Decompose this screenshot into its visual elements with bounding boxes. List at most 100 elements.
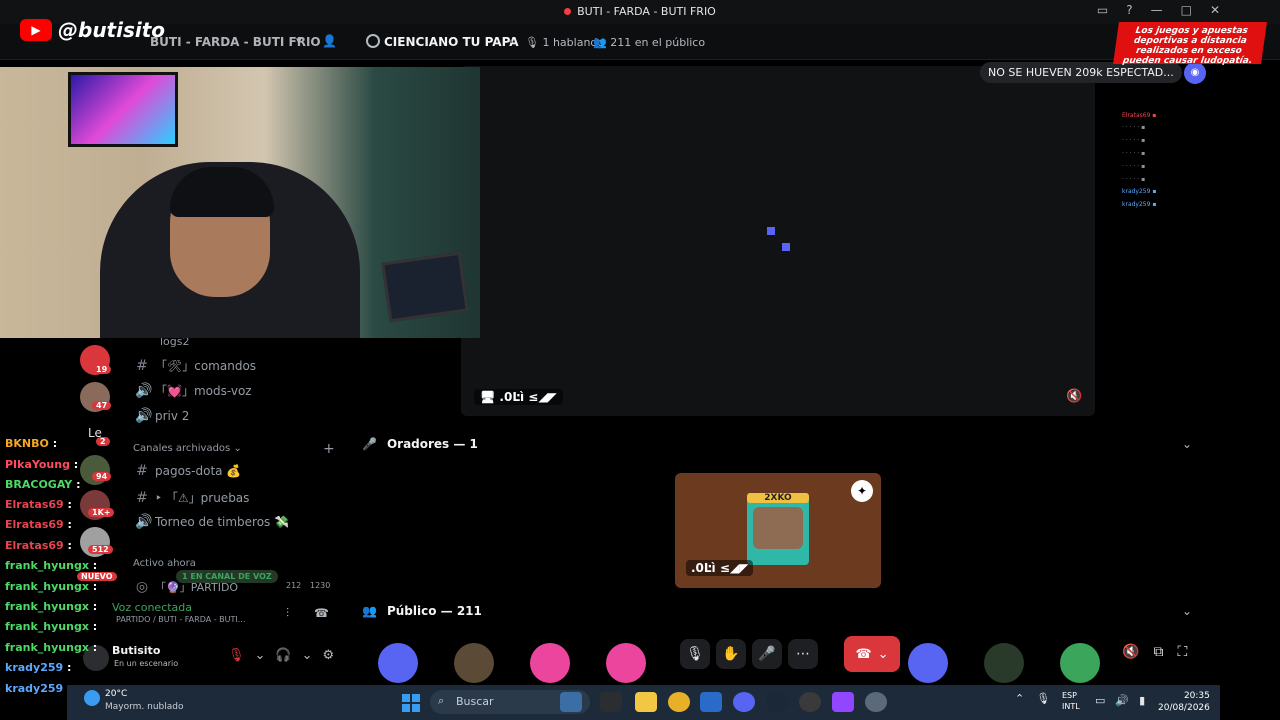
username[interactable]: Butisito [112,644,160,657]
channel-item[interactable]: 🔊 priv 2 [135,408,189,424]
popout-icon[interactable]: ⧉ [1153,644,1163,660]
channel-item[interactable]: 🔊 「💓」mods-voz [135,382,252,399]
server-badge: 2 [96,437,110,446]
audience-avatar[interactable] [908,643,948,683]
settings-app-icon[interactable] [865,692,887,712]
chat-username[interactable]: krady259 [5,661,63,674]
speakers-heading-text: Oradores — 1 [386,437,478,451]
chat-username[interactable]: frank_hyungx [5,580,89,593]
server-badge: 47 [92,401,112,410]
channel-capacity: 1230 [310,581,331,590]
editor-app-icon[interactable] [700,692,722,712]
chat-username[interactable]: Elratas69 [5,498,64,511]
voice-channel-path[interactable]: PARTIDO / BUTI - FARDA - BUTI... [116,615,245,624]
audience-avatar[interactable] [530,643,570,683]
server-badge: 19 [92,365,112,374]
channel-item[interactable]: # pagos-dota 💰 [135,463,241,479]
microphone-tray-icon[interactable]: 🎙 [1036,692,1050,705]
chat-username[interactable]: BKNBO [5,437,49,450]
boat-app-icon[interactable] [560,692,582,712]
channel-label: 「🔮」PARTIDO [155,581,239,594]
chat-separator: : [88,600,98,613]
chevron-down-icon[interactable]: ⌄ [1182,437,1192,451]
channel-item[interactable]: # ‣ 「⚠」pruebas [135,489,249,506]
archived-heading[interactable]: Canales archivados ⌄ [133,443,242,454]
headphones-icon[interactable]: 🎧 [275,648,291,663]
audience-avatar[interactable] [454,643,494,683]
obs-icon[interactable] [799,692,821,712]
audience-avatar[interactable] [606,643,646,683]
settings-gear-icon[interactable]: ⚙ [323,648,335,663]
close-button[interactable]: ✕ [1210,3,1220,17]
channel-item[interactable]: # 「🛠」comandos [135,357,256,374]
more-options-button[interactable]: ⋯ [788,639,818,669]
chat-username[interactable]: frank_hyungx [5,559,89,572]
chat-username[interactable]: krady259 [5,682,63,695]
audience-avatar[interactable] [378,643,418,683]
mic-muted-icon[interactable]: 🎙 [228,648,245,663]
chrome-icon[interactable] [668,692,690,712]
chat-message: Elratas69 : [5,498,72,511]
chat-username[interactable]: frank_hyungx [5,600,89,613]
raise-hand-button[interactable]: ✋ [716,639,746,669]
screen-share-tile[interactable] [461,66,1095,416]
audience-heading[interactable]: 👥 Público — 211 [362,604,482,618]
chevron-up-icon[interactable]: ⌃ [1015,692,1024,705]
game-logo: 2XKO [747,493,809,503]
chat-separator: : [72,478,81,491]
tablet-device [381,251,469,323]
move-to-audience-button[interactable]: 🎤 [752,639,782,669]
leave-stage-button[interactable]: ☎ ⌄ [844,636,900,672]
fullscreen-icon[interactable]: ⛶ [1177,644,1187,660]
chevron-down-icon[interactable]: ⌄ [302,648,313,663]
battery-icon[interactable]: ▮ [1139,694,1145,707]
chevron-down-icon[interactable]: ⌄ [255,648,266,663]
twitch-app-icon[interactable] [832,692,854,712]
volume-icon[interactable]: 🔊 [1115,694,1129,707]
channel-item-partido[interactable]: ◎ 「🔮」PARTIDO [135,579,238,595]
speakers-heading[interactable]: 🎤 Oradores — 1 [362,437,478,451]
tv-screen [68,72,178,147]
chat-separator: : [63,539,72,552]
chat-username[interactable]: PIkaYoung [5,458,70,471]
minimize-button[interactable]: — [1151,3,1163,17]
weather-description[interactable]: Mayorm. nublado [105,702,184,712]
network-icon[interactable]: ▭ [1095,694,1105,707]
input-language[interactable]: ESP INTL [1062,690,1080,712]
inbox-icon[interactable]: ▭ [1097,3,1108,17]
discord-app-icon[interactable] [733,692,755,712]
add-member-icon[interactable]: 👤 [322,34,337,48]
help-icon[interactable]: ? [1126,3,1132,17]
chevron-down-icon[interactable]: ▾ [296,34,302,47]
speaker-name: .0Ŀì ≤◢◤ [686,560,754,576]
audience-avatar[interactable] [984,643,1024,683]
weather-icon[interactable] [84,690,100,706]
chat-username[interactable]: frank_hyungx [5,620,89,633]
volume-mute-icon[interactable]: 🔇 [1066,389,1082,404]
chat-username[interactable]: BRACOGAY [5,478,72,491]
viewer-list-item: · · · · · ▪ [1122,176,1146,183]
mute-toggle-button[interactable]: 🎙 [680,639,710,669]
volume-mute-icon[interactable]: 🔇 [1122,644,1139,660]
maximize-button[interactable]: □ [1181,3,1192,17]
chat-username[interactable]: frank_hyungx [5,641,89,654]
soundboard-icon[interactable]: ⫶ [286,606,289,621]
server-badge: 94 [92,472,112,481]
chevron-down-icon[interactable]: ⌄ [1182,604,1192,618]
weather-temperature[interactable]: 20°C [105,689,127,699]
task-view-icon[interactable] [600,692,622,712]
chat-username[interactable]: Elratas69 [5,539,64,552]
disconnect-icon[interactable]: ☎ [314,606,329,620]
voice-connected-text[interactable]: Voz conectada [112,601,192,614]
channel-item[interactable]: 🔊 Torneo de timberos 💸 [135,514,289,530]
taskbar-clock[interactable]: 20:35 20/08/2026 [1158,690,1210,714]
steam-icon[interactable] [766,692,788,712]
arcade-screen [753,507,803,549]
clock-date: 20/08/2026 [1158,703,1210,713]
add-channel-icon[interactable]: + [323,441,335,457]
chat-username[interactable]: Elratas69 [5,518,64,531]
chat-separator: : [69,458,79,471]
audience-avatar[interactable] [1060,643,1100,683]
file-explorer-icon[interactable] [635,692,657,712]
windows-start-icon[interactable] [402,694,420,712]
